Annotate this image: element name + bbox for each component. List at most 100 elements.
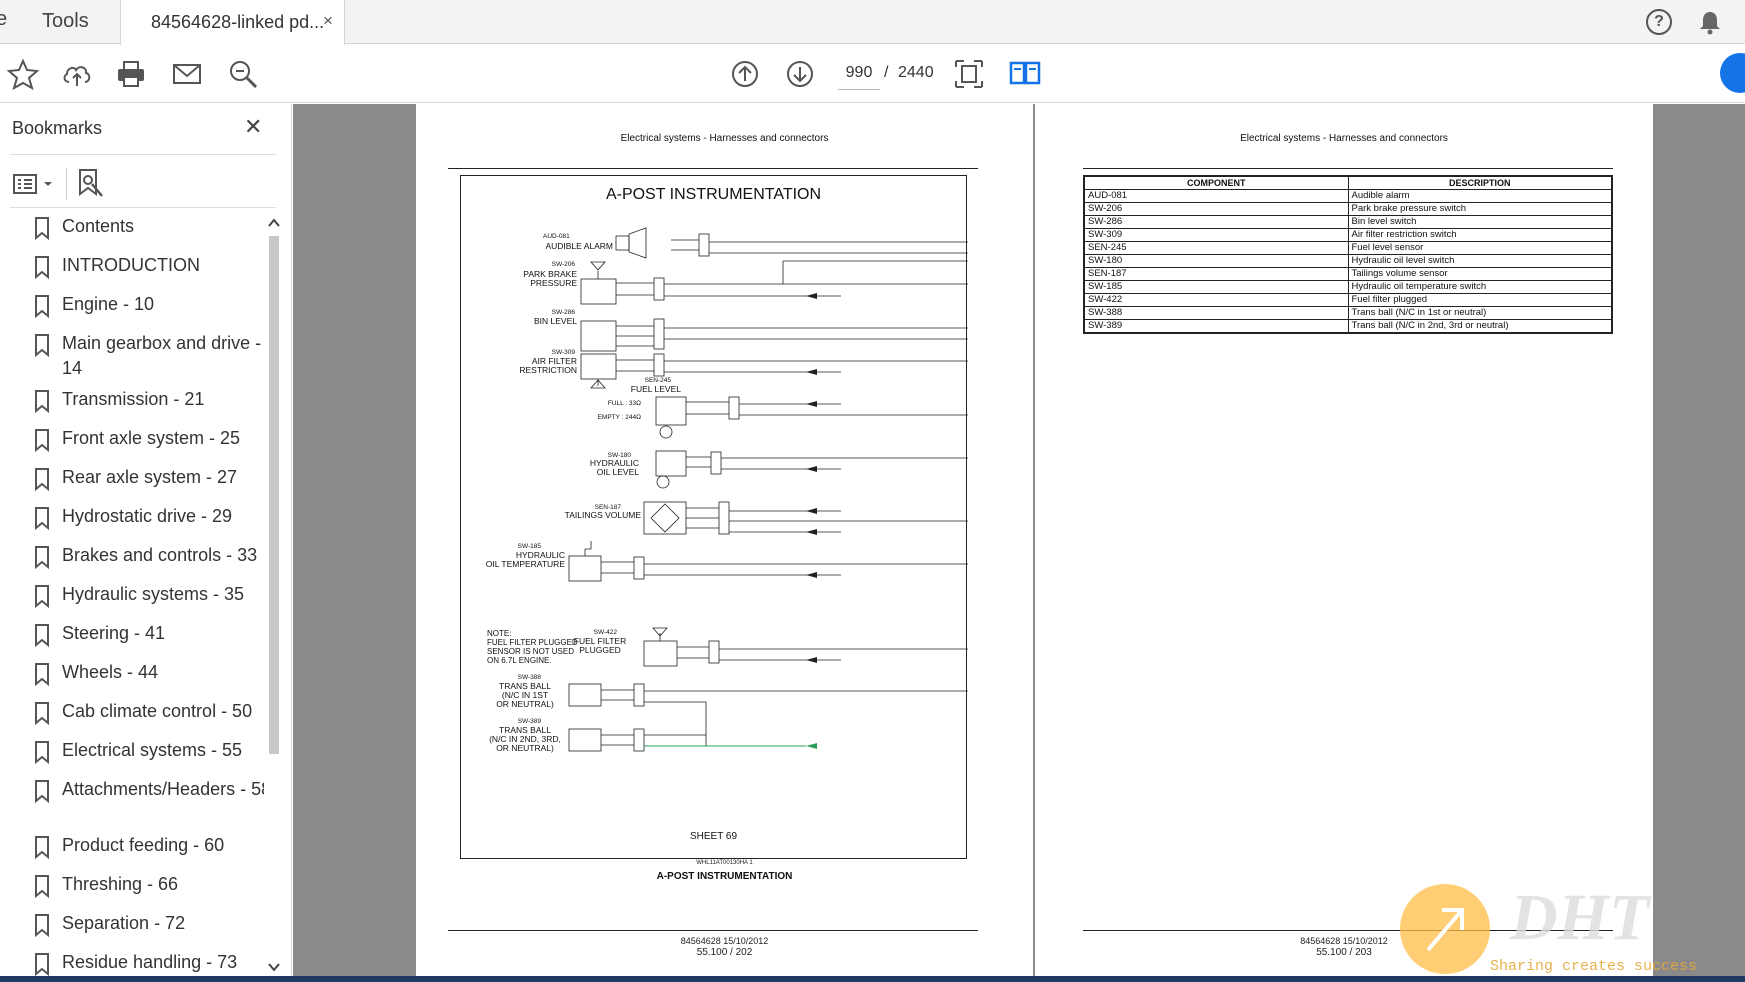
bookmark-label: Attachments/Headers - 58 — [62, 779, 264, 799]
pdf-viewer-app: e Tools 84564628-linked pd... × ? 990 / … — [0, 0, 1745, 982]
component-name: TAILINGS VOLUME — [564, 510, 641, 520]
tab-document[interactable]: 84564628-linked pd... × — [120, 0, 345, 45]
component-cell: SW-206 — [1083, 202, 1349, 216]
tab-close-icon[interactable]: × — [323, 11, 333, 31]
bookmark-icon — [34, 584, 50, 609]
component-name: TRANS BALL (N/C IN 2ND, 3RD, OR NEUTRAL) — [489, 725, 561, 753]
bookmark-label: Separation - 72 — [62, 913, 186, 933]
toolbar: 990 / 2440 — [0, 45, 1745, 103]
component-cell: SW-389 — [1083, 319, 1349, 334]
component-cell: SEN-245 — [1083, 241, 1349, 255]
wiring-diagram: A-POST INSTRUMENTATION AUD-081 AUDIBLE A… — [460, 175, 968, 859]
two-page-icon[interactable] — [1008, 57, 1042, 91]
component-id: AUD-081 — [543, 233, 570, 240]
table-row: SW-388 Trans ball (N/C in 1st or neutral) — [1083, 306, 1613, 320]
close-panel-icon[interactable]: ✕ — [244, 114, 262, 140]
description-cell: Hydraulic oil temperature switch — [1347, 280, 1613, 294]
bookmark-icon — [34, 428, 50, 453]
page-header: Electrical systems - Harnesses and conne… — [1240, 133, 1448, 144]
scroll-up-icon[interactable] — [268, 218, 280, 228]
page-number-input[interactable]: 990 — [838, 56, 880, 90]
fit-page-icon[interactable] — [952, 57, 986, 91]
star-icon[interactable] — [6, 57, 40, 91]
bookmark-icon — [34, 740, 50, 765]
tab-bar: e Tools 84564628-linked pd... × ? — [0, 0, 1745, 45]
share-button[interactable] — [1720, 53, 1745, 93]
description-cell: Hydraulic oil level switch — [1347, 254, 1613, 268]
cloud-upload-icon[interactable] — [60, 57, 94, 91]
table-row: SW-286 Bin level switch — [1083, 215, 1613, 229]
component-id: SW-206 — [551, 261, 575, 268]
component-name: BIN LEVEL — [534, 316, 577, 326]
page-down-icon[interactable] — [783, 57, 817, 91]
pdf-page-right: Electrical systems - Harnesses and conne… — [1035, 104, 1653, 976]
description-cell: Fuel level sensor — [1347, 241, 1613, 255]
bookmark-icon — [34, 294, 50, 319]
bookmark-icon — [34, 216, 50, 241]
bookmark-label: Residue handling - 73 — [62, 952, 238, 972]
bookmark-tools — [10, 162, 276, 206]
document-view[interactable]: Electrical systems - Harnesses and conne… — [293, 104, 1745, 976]
component-name: HYDRAULIC OIL LEVEL — [589, 458, 639, 477]
bookmark-label: Contents — [62, 216, 135, 236]
bookmark-label: Main gearbox and drive - 14 — [62, 333, 262, 378]
mail-icon[interactable] — [170, 57, 204, 91]
scrollbar-thumb[interactable] — [269, 236, 279, 754]
component-cell: SW-422 — [1083, 293, 1349, 307]
bookmark-icon — [34, 952, 50, 977]
description-cell: Fuel filter plugged — [1347, 293, 1613, 307]
table-row: SEN-187 Tailings volume sensor — [1083, 267, 1613, 281]
help-icon[interactable]: ? — [1646, 9, 1672, 35]
bookmark-options-icon[interactable] — [12, 172, 54, 196]
scrollbar[interactable] — [264, 214, 284, 974]
tab-tools[interactable]: Tools — [42, 10, 89, 33]
table-row: SEN-245 Fuel level sensor — [1083, 241, 1613, 255]
print-icon[interactable] — [114, 57, 148, 91]
pdf-page-left: Electrical systems - Harnesses and conne… — [416, 104, 1033, 976]
bookmark-icon — [34, 835, 50, 860]
component-cell: SW-388 — [1083, 306, 1349, 320]
zoom-search-icon[interactable] — [226, 57, 260, 91]
bookmark-icon — [34, 913, 50, 938]
component-name: FUEL LEVEL — [630, 384, 681, 394]
component-cell: SW-286 — [1083, 215, 1349, 229]
add-bookmark-icon[interactable] — [76, 168, 106, 200]
component-name: PARK BRAKE PRESSURE — [523, 269, 577, 288]
sheet-label: SHEET 69 — [689, 831, 738, 842]
table-header-row: COMPONENT DESCRIPTION — [1083, 175, 1613, 190]
bookmark-icon — [34, 779, 50, 804]
bookmark-icon — [34, 389, 50, 414]
scroll-down-icon[interactable] — [268, 962, 280, 972]
description-cell: Trans ball (N/C in 1st or neutral) — [1347, 306, 1613, 320]
figure-caption: A-POST INSTRUMENTATION — [656, 871, 793, 882]
bookmark-label: INTRODUCTION — [62, 255, 200, 275]
bookmark-label: Wheels - 44 — [62, 662, 159, 682]
table-row: SW-389 Trans ball (N/C in 2nd, 3rd or neu… — [1083, 319, 1613, 334]
bookmark-icon — [34, 333, 50, 358]
bookmark-label: Hydraulic systems - 35 — [62, 584, 245, 604]
component-table: COMPONENT DESCRIPTION AUD-081 Audible ala… — [1083, 175, 1613, 334]
watermark-tagline: Sharing creates success — [1490, 958, 1698, 975]
divider — [10, 154, 276, 155]
divider — [10, 207, 276, 208]
page-separator: / — [884, 64, 889, 81]
bookmark-label: Brakes and controls - 33 — [62, 545, 258, 565]
bookmark-label: Threshing - 66 — [62, 874, 179, 894]
bookmark-label: Steering - 41 — [62, 623, 166, 643]
tab-home[interactable]: e — [0, 8, 7, 31]
tab-document-title: 84564628-linked pd... — [151, 12, 325, 32]
bookmark-icon — [34, 545, 50, 570]
table-row: AUD-081 Audible alarm — [1083, 189, 1613, 203]
component-cell: SEN-187 — [1083, 267, 1349, 281]
component-name: TRANS BALL (N/C IN 1ST OR NEUTRAL) — [496, 681, 554, 709]
bookmark-icon — [34, 467, 50, 492]
component-cell: SW-309 — [1083, 228, 1349, 242]
description-cell: Bin level switch — [1347, 215, 1613, 229]
bell-icon[interactable] — [1697, 9, 1723, 35]
page-up-icon[interactable] — [728, 57, 762, 91]
description-cell: Air filter restriction switch — [1347, 228, 1613, 242]
bookmark-icon — [34, 701, 50, 726]
component-name: AUDIBLE ALARM — [545, 241, 613, 251]
table-row: SW-180 Hydraulic oil level switch — [1083, 254, 1613, 268]
arrow-icon — [1426, 908, 1464, 952]
